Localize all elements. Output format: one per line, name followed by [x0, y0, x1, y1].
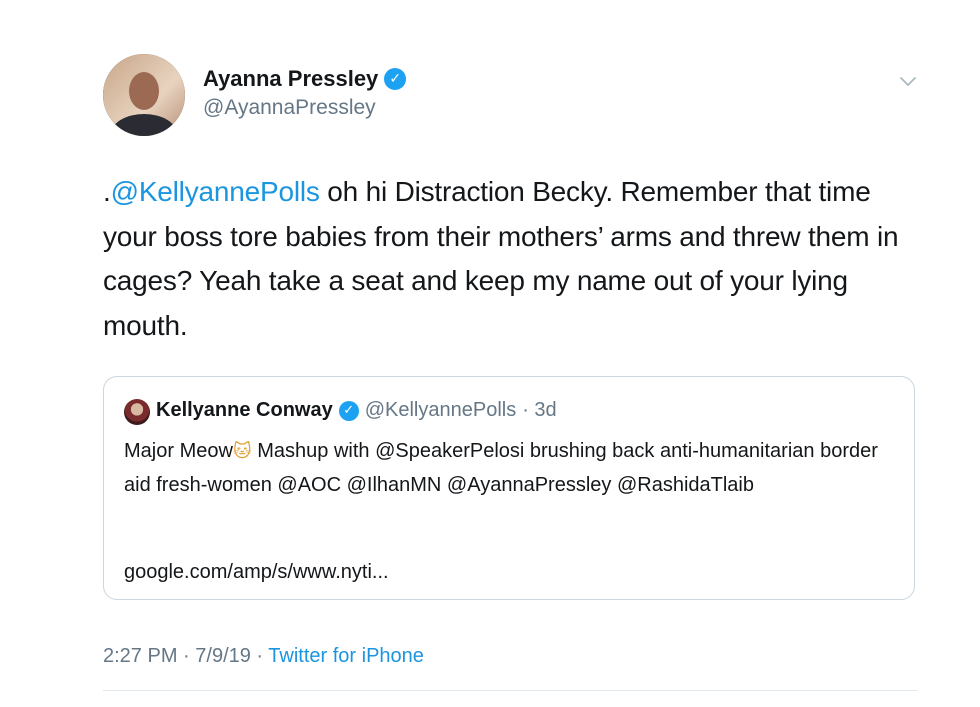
quoted-author-name: Kellyanne Conway	[156, 399, 333, 421]
tweet-client-link[interactable]: Twitter for iPhone	[268, 645, 424, 667]
mention-link[interactable]: @KellyannePolls	[111, 176, 320, 207]
quoted-tweet-header: Kellyanne Conway ✓ @KellyannePolls · 3d	[156, 399, 557, 422]
quoted-author-avatar	[124, 399, 150, 425]
tweet-text-prefix: .	[103, 176, 111, 207]
tweet: Ayanna Pressley ✓ @AyannaPressley .@Kell…	[0, 0, 980, 707]
author-name[interactable]: Ayanna Pressley	[203, 66, 378, 92]
meta-separator: ·	[250, 645, 269, 667]
cat-emoji-icon: 🐱	[232, 441, 252, 462]
tweet-text: .@KellyannePolls oh hi Distraction Becky…	[103, 170, 923, 348]
quoted-text-start: Major Meow	[124, 440, 233, 462]
quoted-tweet-link[interactable]: google.com/amp/s/www.nyti...	[124, 561, 389, 584]
tweet-meta: 2:27 PM · 7/9/19 · Twitter for iPhone	[103, 645, 424, 668]
tweet-time[interactable]: 2:27 PM	[103, 645, 177, 667]
quoted-author-handle: @KellyannePolls	[364, 399, 517, 421]
quoted-tweet-text: Major Meow🐱 Mashup with @SpeakerPelosi b…	[124, 435, 894, 501]
verified-badge-icon: ✓	[384, 68, 407, 90]
chevron-down-icon[interactable]	[898, 74, 918, 90]
author-handle[interactable]: @AyannaPressley	[203, 96, 376, 120]
quoted-tweet-age: · 3d	[522, 399, 557, 421]
divider	[103, 690, 917, 691]
tweet-date[interactable]: 7/9/19	[195, 645, 251, 667]
avatar-face	[129, 72, 159, 110]
meta-separator: ·	[177, 645, 196, 667]
quoted-tweet-card[interactable]: Kellyanne Conway ✓ @KellyannePolls · 3d …	[103, 376, 915, 600]
verified-badge-icon: ✓	[338, 400, 359, 421]
author-name-row[interactable]: Ayanna Pressley ✓	[203, 66, 407, 92]
author-avatar[interactable]	[103, 54, 185, 136]
